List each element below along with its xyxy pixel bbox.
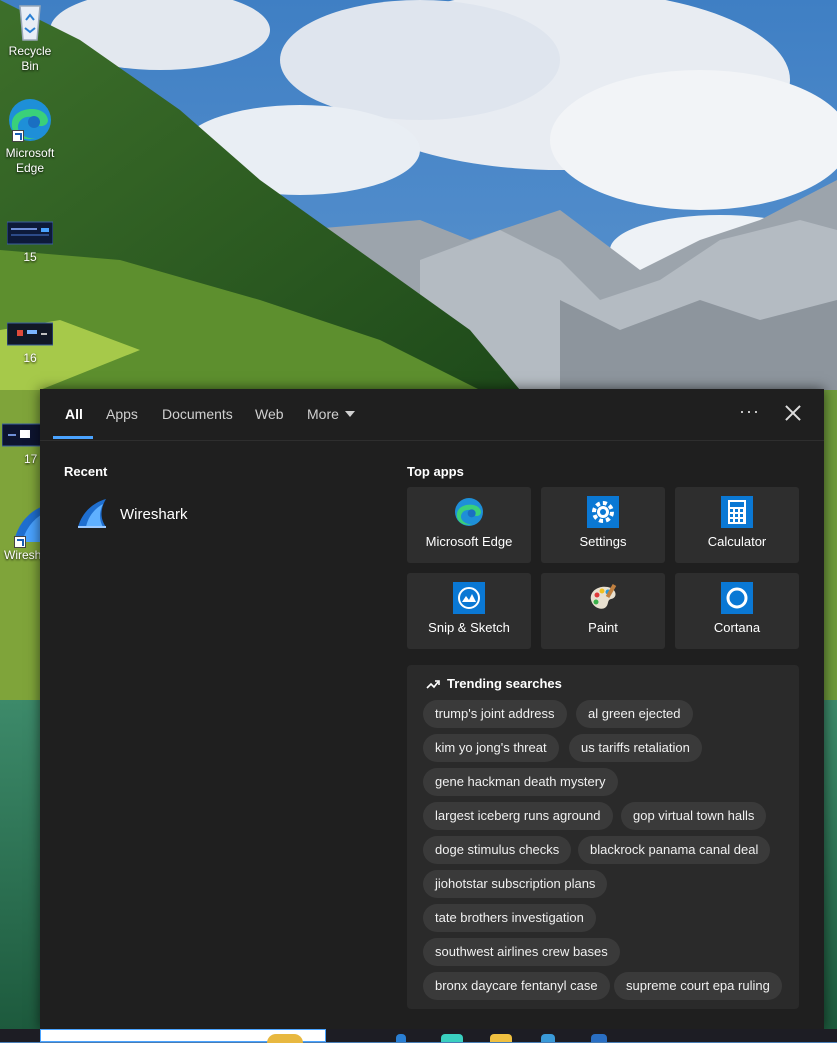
edge-icon xyxy=(6,96,54,144)
tab-more[interactable]: More xyxy=(307,406,355,422)
trending-chip[interactable]: blackrock panama canal deal xyxy=(578,836,771,864)
shortcut-arrow-icon xyxy=(12,130,24,142)
tab-all[interactable]: All xyxy=(65,406,83,422)
snip-sketch-icon xyxy=(453,582,485,614)
search-tabs: All Apps Documents Web More ··· xyxy=(40,389,824,441)
trending-chip[interactable]: us tariffs retaliation xyxy=(569,734,702,762)
edge-icon xyxy=(453,496,485,528)
top-apps-heading: Top apps xyxy=(407,464,464,479)
search-panel: All Apps Documents Web More ··· Recent W… xyxy=(40,389,824,1029)
close-icon[interactable] xyxy=(784,404,802,422)
desktop-icon-label: 15 xyxy=(23,250,37,264)
app-tile-cortana[interactable]: Cortana xyxy=(675,573,799,649)
desktop-icon-15[interactable]: 15 xyxy=(0,220,60,265)
recycle-bin-icon xyxy=(12,2,48,42)
taskbar-app-icon[interactable] xyxy=(396,1034,406,1042)
paint-palette-icon xyxy=(587,582,619,614)
app-tile-label: Cortana xyxy=(713,620,761,635)
app-tile-label: Snip & Sketch xyxy=(428,620,510,635)
trending-arrow-icon xyxy=(426,680,440,689)
active-tab-indicator xyxy=(53,436,93,439)
app-tile-label: Settings xyxy=(579,534,627,549)
app-tile-label: Microsoft Edge xyxy=(425,534,513,549)
trending-chip[interactable]: bronx daycare fentanyl case xyxy=(423,972,610,1000)
trending-chip[interactable]: doge stimulus checks xyxy=(423,836,572,864)
recent-heading: Recent xyxy=(64,464,108,479)
app-tile-settings[interactable]: Settings xyxy=(541,487,665,563)
trending-chip[interactable]: supreme court epa ruling xyxy=(614,972,782,1000)
screenshot-thumbnail-icon xyxy=(6,321,54,349)
shortcut-arrow-icon xyxy=(14,536,26,548)
desktop-icon-recycle-bin[interactable]: Recycle Bin xyxy=(0,2,60,74)
tab-web[interactable]: Web xyxy=(255,406,284,422)
trending-chip[interactable]: kim yo jong's threat xyxy=(423,734,559,762)
cortana-icon xyxy=(721,582,753,614)
trending-chip[interactable]: al green ejected xyxy=(576,700,693,728)
trending-chip[interactable]: tate brothers investigation xyxy=(423,904,596,932)
desktop-icon-label: Recycle Bin xyxy=(8,44,52,73)
recent-item-wireshark[interactable]: Wireshark xyxy=(76,492,376,536)
store-icon[interactable] xyxy=(541,1034,555,1042)
trending-heading: Trending searches xyxy=(447,676,562,691)
taskbar-search-box[interactable] xyxy=(40,1029,326,1043)
desktop-icon-label: Microsoft Edge xyxy=(5,146,55,175)
trending-searches: Trending searches trump's joint address … xyxy=(407,665,799,1009)
tab-more-label: More xyxy=(307,406,339,422)
desktop-icon-label: 16 xyxy=(23,351,37,365)
desktop-icon-16[interactable]: 16 xyxy=(0,321,60,366)
chevron-down-icon xyxy=(344,411,355,417)
trending-chip[interactable]: southwest airlines crew bases xyxy=(423,938,620,966)
taskbar-app-icon[interactable] xyxy=(591,1034,607,1042)
desktop-icon-microsoft-edge[interactable]: Microsoft Edge xyxy=(0,96,60,176)
app-tile-paint[interactable]: Paint xyxy=(541,573,665,649)
wireshark-icon xyxy=(76,499,108,529)
edge-icon[interactable] xyxy=(441,1034,463,1042)
more-options-icon[interactable]: ··· xyxy=(739,401,760,422)
trending-chip[interactable]: gene hackman death mystery xyxy=(423,768,618,796)
folder-icon[interactable] xyxy=(490,1034,512,1042)
gear-icon xyxy=(587,496,619,528)
recent-item-label: Wireshark xyxy=(120,505,188,523)
app-tile-label: Paint xyxy=(588,620,618,635)
trending-chip[interactable]: largest iceberg runs aground xyxy=(423,802,613,830)
trending-chip[interactable]: jiohotstar subscription plans xyxy=(423,870,608,898)
app-tile-snip-sketch[interactable]: Snip & Sketch xyxy=(407,573,531,649)
app-tile-microsoft-edge[interactable]: Microsoft Edge xyxy=(407,487,531,563)
trending-chip[interactable]: gop virtual town halls xyxy=(621,802,767,830)
calculator-icon xyxy=(721,496,753,528)
app-tile-label: Calculator xyxy=(707,534,767,549)
tab-documents[interactable]: Documents xyxy=(162,406,233,422)
app-tile-calculator[interactable]: Calculator xyxy=(675,487,799,563)
tab-apps[interactable]: Apps xyxy=(106,406,138,422)
trending-chip[interactable]: trump's joint address xyxy=(423,700,567,728)
screenshot-thumbnail-icon xyxy=(6,220,54,248)
taskbar xyxy=(0,1029,837,1043)
